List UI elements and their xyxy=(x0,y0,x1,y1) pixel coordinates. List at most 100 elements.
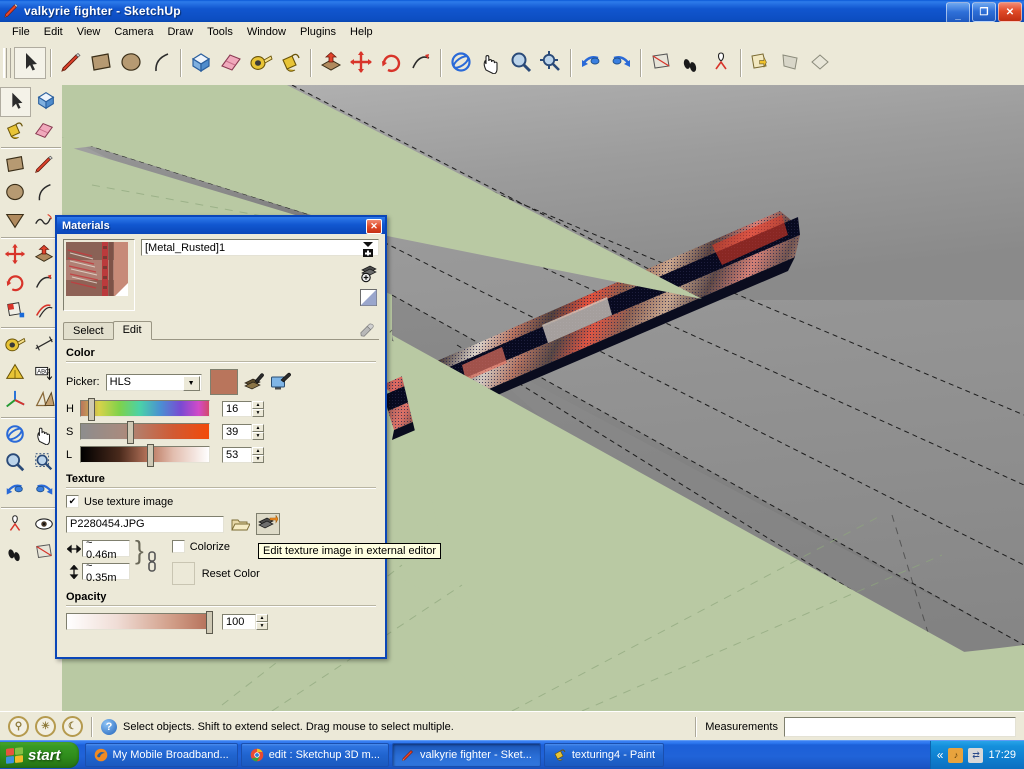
arc-tool[interactable] xyxy=(29,179,58,207)
maximize-button[interactable]: ❐ xyxy=(972,2,996,22)
taskbar-item-paint[interactable]: texturing4 - Paint xyxy=(543,743,664,767)
orbit-tool[interactable] xyxy=(0,421,29,449)
match-color-on-screen-button[interactable] xyxy=(270,372,292,392)
menu-camera[interactable]: Camera xyxy=(107,24,160,40)
tab-select[interactable]: Select xyxy=(63,322,114,339)
set-material-to-default-button[interactable] xyxy=(358,287,378,307)
menu-view[interactable]: View xyxy=(70,24,108,40)
taskbar-item-sketchup[interactable]: valkyrie fighter - Sket... xyxy=(391,743,541,767)
offset-tool[interactable] xyxy=(29,297,58,325)
push-pull-tool[interactable] xyxy=(316,48,346,78)
section-plane-tool[interactable] xyxy=(29,539,58,567)
measurements-input[interactable] xyxy=(784,716,1016,737)
make-component-tool[interactable] xyxy=(186,48,216,78)
texture-width-input[interactable]: ~ 0.46m xyxy=(82,537,130,561)
section-plane-tool[interactable] xyxy=(646,48,676,78)
opacity-spinner[interactable]: ▲ ▼ xyxy=(256,613,268,630)
create-material-button[interactable] xyxy=(358,263,378,283)
hue-slider[interactable] xyxy=(80,398,210,421)
taskbar-item-firefox[interactable]: My Mobile Broadband... xyxy=(84,743,238,767)
opacity-value[interactable]: 100 xyxy=(222,613,256,630)
move-tool[interactable] xyxy=(346,48,376,78)
position-camera-tool[interactable] xyxy=(706,48,736,78)
paint-bucket-tool[interactable] xyxy=(276,48,306,78)
zoom-tool[interactable] xyxy=(0,449,29,477)
match-color-of-object-in-model-button[interactable] xyxy=(243,372,265,392)
select-arrow-tool[interactable] xyxy=(14,47,46,79)
rectangle-tool[interactable] xyxy=(0,151,29,179)
eraser-tool[interactable] xyxy=(216,48,246,78)
saturation-value[interactable]: 39 xyxy=(222,423,252,440)
push-pull-tool[interactable] xyxy=(29,241,58,269)
materials-dialog[interactable]: Materials ✕ [Metal_Rusted]1 Select Edit … xyxy=(55,215,387,659)
menu-plugins[interactable]: Plugins xyxy=(293,24,343,40)
axes-tool[interactable] xyxy=(0,387,29,415)
protractor-tool[interactable] xyxy=(0,359,29,387)
next-view-tool[interactable] xyxy=(29,477,58,505)
text-tool[interactable]: ABC xyxy=(29,359,58,387)
line-pencil-tool[interactable] xyxy=(56,48,86,78)
position-camera-tool[interactable] xyxy=(0,511,29,539)
lightness-slider[interactable] xyxy=(80,444,210,467)
minimize-button[interactable]: _ xyxy=(946,2,970,24)
hue-spinner[interactable]: ▲ ▼ xyxy=(252,400,264,417)
materials-dialog-close-button[interactable]: ✕ xyxy=(366,219,382,234)
model-info-tool[interactable] xyxy=(806,48,836,78)
pan-tool[interactable] xyxy=(29,421,58,449)
zoom-extents-tool[interactable] xyxy=(536,48,566,78)
line-pencil-tool[interactable] xyxy=(29,151,58,179)
help-icon[interactable]: ? xyxy=(101,718,117,735)
taskbar-item-chrome[interactable]: edit : Sketchup 3D m... xyxy=(240,743,389,767)
display-secondary-selection-pane-button[interactable] xyxy=(358,239,378,259)
browse-for-texture-image-button[interactable] xyxy=(229,514,251,534)
material-preview-swatch[interactable] xyxy=(63,239,135,311)
follow-me-tool[interactable] xyxy=(406,48,436,78)
rotate-tool[interactable] xyxy=(0,269,29,297)
zoom-tool[interactable] xyxy=(506,48,536,78)
tape-measure-tool[interactable] xyxy=(0,331,29,359)
circle-tool[interactable] xyxy=(116,48,146,78)
geo-location-status-icon[interactable]: ⚲ xyxy=(8,716,29,737)
saturation-spinner[interactable]: ▲ ▼ xyxy=(252,423,264,440)
credits-status-icon[interactable]: ☾ xyxy=(62,716,83,737)
sample-paint-eyedropper-button[interactable] xyxy=(359,322,375,338)
solar-north-status-icon[interactable]: ☀ xyxy=(35,716,56,737)
tray-icon-volume[interactable]: ♪ xyxy=(948,747,964,763)
menu-edit[interactable]: Edit xyxy=(37,24,70,40)
menu-window[interactable]: Window xyxy=(240,24,293,40)
material-name-input[interactable] xyxy=(141,239,379,256)
menu-draw[interactable]: Draw xyxy=(160,24,200,40)
next-view-tool[interactable] xyxy=(606,48,636,78)
tray-expand-icon[interactable]: « xyxy=(937,748,944,762)
hue-value[interactable]: 16 xyxy=(222,400,252,417)
opacity-slider[interactable] xyxy=(66,611,213,634)
pan-tool[interactable] xyxy=(476,48,506,78)
eraser-tool[interactable] xyxy=(29,117,58,145)
chevron-down-icon[interactable]: ▼ xyxy=(182,375,200,391)
rectangle-tool[interactable] xyxy=(86,48,116,78)
make-component-tool[interactable] xyxy=(31,87,60,115)
rotate-tool[interactable] xyxy=(376,48,406,78)
colorize-checkbox[interactable] xyxy=(171,540,185,553)
walk-tool[interactable] xyxy=(676,48,706,78)
polygon-tool[interactable] xyxy=(0,207,29,235)
picker-select[interactable]: HLS ▼ xyxy=(105,373,202,391)
zoom-window-tool[interactable] xyxy=(29,449,58,477)
texture-height-input[interactable]: ~ 0.35m xyxy=(82,560,130,584)
texture-file-name[interactable]: P2280454.JPG xyxy=(66,515,224,533)
reset-color-swatch-button[interactable] xyxy=(171,562,195,585)
previous-view-tool[interactable] xyxy=(576,48,606,78)
menu-help[interactable]: Help xyxy=(343,24,380,40)
orbit-tool[interactable] xyxy=(446,48,476,78)
scale-tool[interactable] xyxy=(0,297,29,325)
start-button[interactable]: start xyxy=(0,742,79,768)
paint-bucket-tool[interactable] xyxy=(0,117,29,145)
previous-view-tool[interactable] xyxy=(0,477,29,505)
lock-aspect-ratio-chain[interactable] xyxy=(146,550,158,577)
tray-clock[interactable]: 17:29 xyxy=(988,749,1016,761)
saturation-slider[interactable] xyxy=(80,421,210,444)
walk-tool[interactable] xyxy=(0,539,29,567)
move-tool[interactable] xyxy=(0,241,29,269)
close-button[interactable]: ✕ xyxy=(998,2,1022,22)
lightness-value[interactable]: 53 xyxy=(222,446,252,463)
